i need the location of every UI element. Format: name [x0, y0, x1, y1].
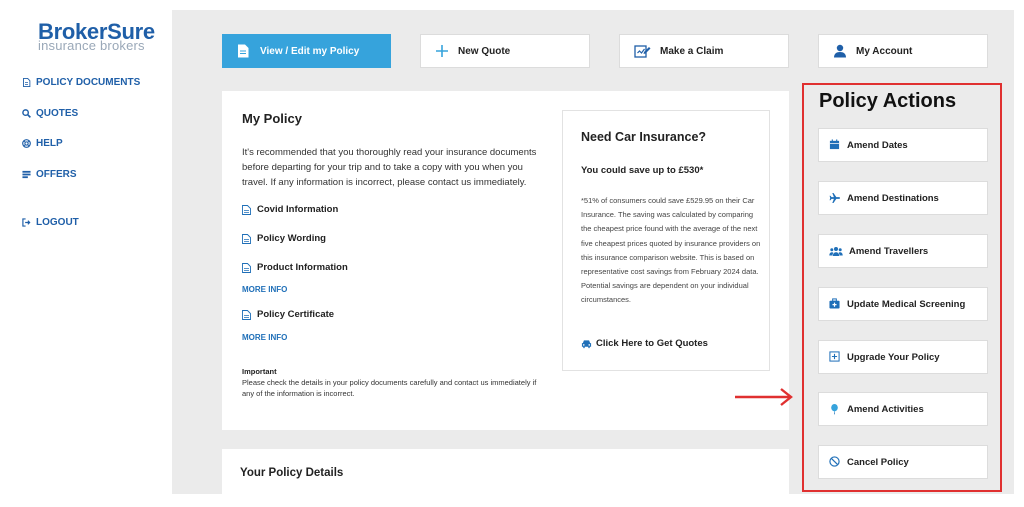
- tab-view-edit-policy[interactable]: View / Edit my Policy: [222, 34, 391, 68]
- document-icon: [242, 309, 251, 320]
- more-info-link-product-information[interactable]: MORE INFO: [242, 285, 287, 294]
- claim-icon: [634, 44, 651, 58]
- tab-label: New Quote: [458, 45, 511, 57]
- document-icon: [23, 78, 31, 87]
- doc-link-product-information[interactable]: Product Information: [242, 262, 348, 273]
- document-icon: [242, 262, 251, 273]
- document-icon: [237, 44, 251, 58]
- important-text: Please check the details in your policy …: [242, 378, 537, 398]
- logout-icon: [22, 218, 31, 227]
- doc-link-label: Policy Wording: [257, 233, 326, 244]
- get-quotes-link[interactable]: Click Here to Get Quotes: [581, 338, 708, 349]
- more-info-link-policy-certificate[interactable]: MORE INFO: [242, 333, 287, 342]
- sidebar-item-logout[interactable]: LOGOUT: [22, 217, 79, 228]
- document-icon: [242, 204, 251, 215]
- sidebar-item-policy-documents[interactable]: POLICY DOCUMENTS: [22, 77, 140, 88]
- my-policy-title: My Policy: [242, 111, 302, 126]
- tab-label: View / Edit my Policy: [260, 45, 360, 57]
- document-icon: [242, 233, 251, 244]
- tab-my-account[interactable]: My Account: [818, 34, 988, 68]
- car-insurance-disclaimer: *51% of consumers could save £529.95 on …: [581, 196, 761, 305]
- car-insurance-title: Need Car Insurance?: [581, 130, 707, 144]
- sidebar-item-label: QUOTES: [36, 108, 79, 119]
- search-icon: [22, 109, 31, 118]
- doc-link-label: Policy Certificate: [257, 309, 335, 320]
- brand-logo-tagline: insurance brokers: [38, 38, 145, 53]
- sidebar-item-label: OFFERS: [36, 169, 77, 180]
- policy-details-title: Your Policy Details: [240, 467, 344, 479]
- sidebar-item-quotes[interactable]: QUOTES: [22, 108, 78, 119]
- policy-actions-highlight-box: [802, 83, 1002, 492]
- doc-link-label: Covid Information: [257, 204, 339, 215]
- doc-link-covid-information[interactable]: Covid Information: [242, 204, 338, 215]
- car-icon: [581, 339, 592, 348]
- plus-icon: [435, 44, 449, 58]
- get-quotes-label: Click Here to Get Quotes: [596, 338, 708, 349]
- sidebar-item-label: LOGOUT: [36, 217, 79, 228]
- doc-link-label: Product Information: [257, 262, 348, 273]
- offers-icon: [22, 170, 31, 179]
- tab-label: My Account: [856, 45, 913, 57]
- lifebuoy-icon: [22, 139, 31, 148]
- tab-label: Make a Claim: [660, 45, 724, 57]
- red-arrow-icon: [735, 388, 793, 406]
- sidebar-item-help[interactable]: HELP: [22, 138, 63, 149]
- user-icon: [833, 44, 847, 58]
- tab-make-a-claim[interactable]: Make a Claim: [619, 34, 789, 68]
- doc-link-policy-certificate[interactable]: Policy Certificate: [242, 309, 334, 320]
- my-policy-intro: It's recommended that you thoroughly rea…: [242, 147, 537, 188]
- tab-new-quote[interactable]: New Quote: [420, 34, 590, 68]
- car-insurance-savings: You could save up to £530*: [581, 165, 704, 176]
- sidebar-item-offers[interactable]: OFFERS: [22, 169, 77, 180]
- doc-link-policy-wording[interactable]: Policy Wording: [242, 233, 326, 244]
- important-heading: Important: [242, 367, 277, 376]
- sidebar-item-label: HELP: [36, 138, 63, 149]
- sidebar-item-label: POLICY DOCUMENTS: [36, 77, 141, 88]
